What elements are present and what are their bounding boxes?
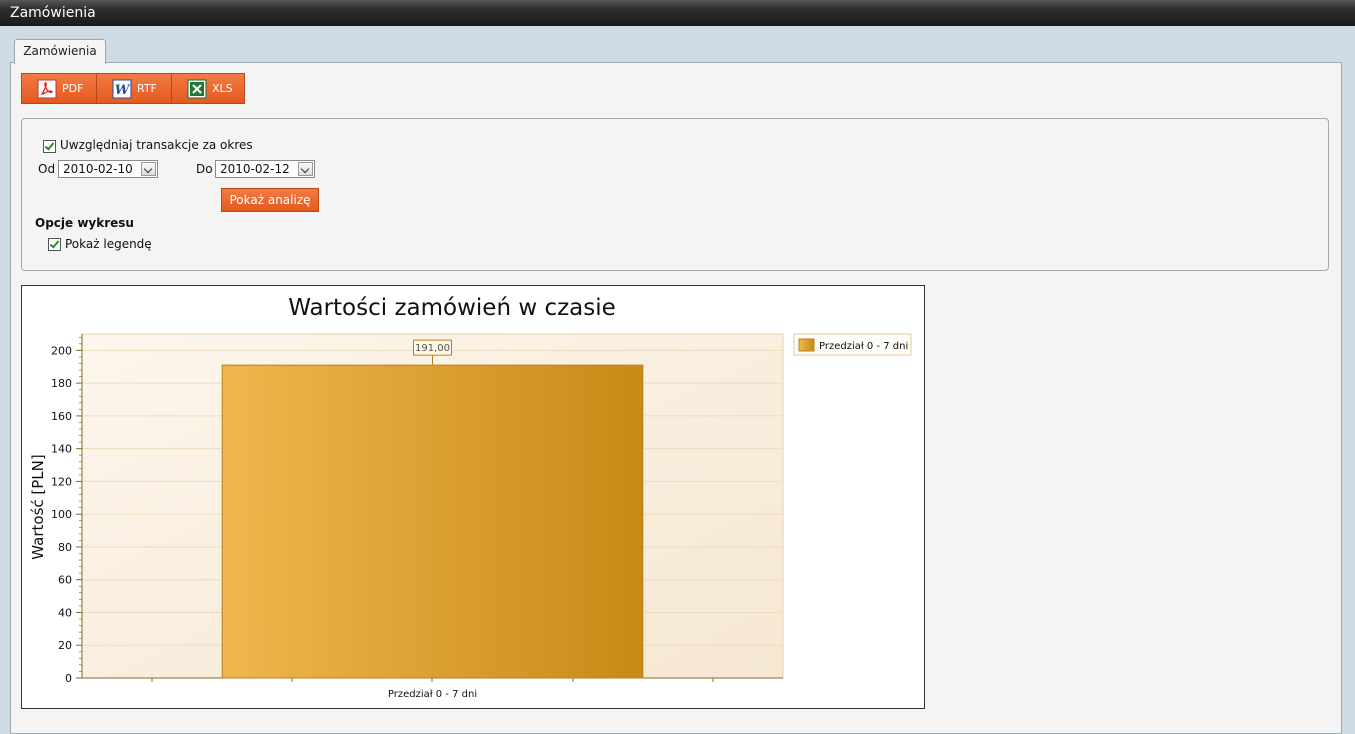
export-rtf-label: RTF — [137, 82, 157, 95]
chart-title: Wartości zamówień w czasie — [288, 295, 616, 321]
y-tick-label: 60 — [58, 574, 72, 587]
legend-label: Przedział 0 - 7 dni — [819, 341, 908, 352]
tab-zamowienia[interactable]: Zamówienia — [14, 39, 106, 64]
orders-value-chart: Wartości zamówień w czasie Wartość [PLN]… — [29, 295, 912, 700]
show-analysis-button[interactable]: Pokaż analizę — [221, 188, 319, 212]
y-tick-label: 80 — [58, 541, 72, 554]
export-pdf-button[interactable]: PDF — [21, 73, 97, 104]
export-xls-label: XLS — [212, 82, 233, 95]
export-rtf-button[interactable]: W RTF — [96, 73, 172, 104]
y-tick-label: 20 — [58, 639, 72, 652]
chart-container: Wartości zamówień w czasie Wartość [PLN]… — [21, 285, 925, 709]
include-period-checkbox[interactable] — [43, 140, 56, 153]
date-to-picker[interactable]: 2010-02-12 — [215, 160, 315, 178]
y-tick-label: 0 — [65, 672, 72, 685]
y-tick-label: 120 — [51, 475, 72, 488]
svg-text:W: W — [115, 83, 131, 98]
y-tick-label: 200 — [51, 344, 72, 357]
pdf-icon — [37, 79, 57, 99]
y-tick-label: 180 — [51, 377, 72, 390]
bar — [221, 364, 644, 679]
date-to-value: 2010-02-12 — [220, 162, 290, 176]
show-legend-label: Pokaż legendę — [65, 237, 152, 251]
y-tick-label: 100 — [51, 508, 72, 521]
y-tick-label: 40 — [58, 606, 72, 619]
chevron-down-icon[interactable] — [141, 162, 156, 176]
y-tick-label: 140 — [51, 443, 72, 456]
filter-options-group: Uwzględniaj transakcje za okres Od 2010-… — [21, 118, 1329, 271]
y-axis-label: Wartość [PLN] — [29, 454, 47, 559]
word-icon: W — [112, 79, 132, 99]
data-label: 191,00 — [415, 343, 450, 354]
show-legend-checkbox[interactable] — [48, 238, 61, 251]
export-toolbar: PDF W RTF XLS — [21, 73, 245, 104]
window-titlebar: Zamówienia — [0, 0, 1355, 26]
date-from-label: Od — [38, 162, 56, 176]
export-pdf-label: PDF — [62, 82, 84, 95]
date-from-value: 2010-02-10 — [63, 162, 133, 176]
chevron-down-icon[interactable] — [298, 162, 313, 176]
export-xls-button[interactable]: XLS — [171, 73, 245, 104]
legend-swatch — [798, 338, 815, 352]
y-tick-label: 160 — [51, 410, 72, 423]
date-to-label: Do — [196, 162, 213, 176]
x-tick-label: Przedział 0 - 7 dni — [388, 689, 477, 700]
excel-icon — [187, 79, 207, 99]
include-period-label: Uwzględniaj transakcje za okres — [60, 138, 253, 152]
date-from-picker[interactable]: 2010-02-10 — [58, 160, 158, 178]
chart-options-title: Opcje wykresu — [35, 216, 134, 230]
window-title: Zamówienia — [10, 5, 96, 21]
